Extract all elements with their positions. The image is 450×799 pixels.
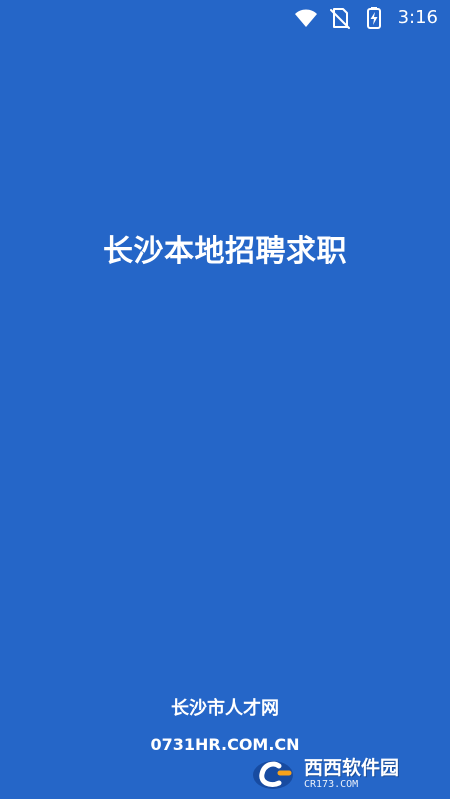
status-time: 3:16 <box>397 7 438 28</box>
wifi-icon <box>294 6 318 30</box>
battery-charging-icon <box>362 6 386 30</box>
status-bar: 3:16 <box>0 0 450 36</box>
splash-screen: 3:16 长沙本地招聘求职 长沙市人才网 0731HR.COM.CN 西西软件园… <box>0 0 450 799</box>
watermark-logo-icon <box>253 760 293 789</box>
watermark-domain: CR173.COM <box>304 779 359 790</box>
watermark-text-block: 西西软件园 CR173.COM <box>304 759 399 790</box>
no-sim-icon <box>328 6 352 30</box>
watermark: 西西软件园 CR173.COM <box>250 750 450 799</box>
status-icons: 3:16 <box>294 6 438 30</box>
footer-site-name: 长沙市人才网 <box>171 698 279 719</box>
app-title: 长沙本地招聘求职 <box>103 234 347 269</box>
watermark-brand: 西西软件园 <box>304 757 400 779</box>
